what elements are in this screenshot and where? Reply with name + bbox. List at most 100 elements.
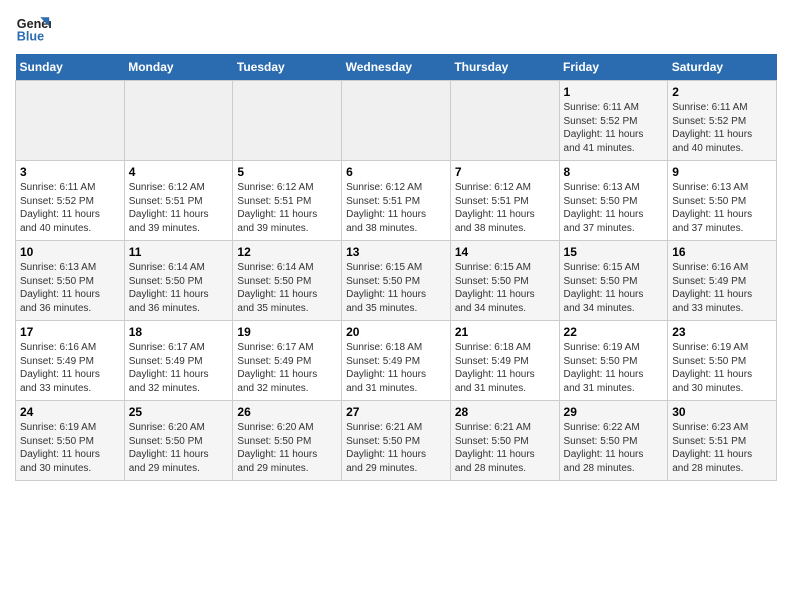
- day-info: Sunrise: 6:22 AM Sunset: 5:50 PM Dayligh…: [564, 421, 664, 475]
- day-number: 23: [672, 325, 772, 339]
- day-number: 6: [346, 165, 446, 179]
- calendar-day-cell: [124, 81, 233, 161]
- day-info: Sunrise: 6:13 AM Sunset: 5:50 PM Dayligh…: [20, 261, 120, 315]
- day-info: Sunrise: 6:20 AM Sunset: 5:50 PM Dayligh…: [129, 421, 229, 475]
- calendar-day-cell: 19Sunrise: 6:17 AM Sunset: 5:49 PM Dayli…: [233, 321, 342, 401]
- day-number: 14: [455, 245, 555, 259]
- day-info: Sunrise: 6:14 AM Sunset: 5:50 PM Dayligh…: [129, 261, 229, 315]
- calendar-day-cell: 13Sunrise: 6:15 AM Sunset: 5:50 PM Dayli…: [342, 241, 451, 321]
- calendar-day-cell: 8Sunrise: 6:13 AM Sunset: 5:50 PM Daylig…: [559, 161, 668, 241]
- svg-text:Blue: Blue: [17, 30, 44, 44]
- day-number: 29: [564, 405, 664, 419]
- weekday-header-cell: Saturday: [668, 54, 777, 81]
- day-number: 7: [455, 165, 555, 179]
- calendar-day-cell: 7 Sunrise: 6:12 AM Sunset: 5:51 PM Daylig…: [450, 161, 559, 241]
- day-number: 11: [129, 245, 229, 259]
- calendar-day-cell: [450, 81, 559, 161]
- day-info: Sunrise: 6:15 AM Sunset: 5:50 PM Dayligh…: [455, 261, 555, 315]
- day-number: 22: [564, 325, 664, 339]
- day-number: 21: [455, 325, 555, 339]
- day-info: Sunrise: 6:17 AM Sunset: 5:49 PM Dayligh…: [129, 341, 229, 395]
- day-number: 12: [237, 245, 337, 259]
- weekday-header-cell: Sunday: [16, 54, 125, 81]
- day-number: 24: [20, 405, 120, 419]
- day-number: 26: [237, 405, 337, 419]
- day-info: Sunrise: 6:11 AM Sunset: 5:52 PM Dayligh…: [20, 181, 120, 235]
- calendar-day-cell: 5 Sunrise: 6:12 AM Sunset: 5:51 PM Daylig…: [233, 161, 342, 241]
- day-number: 25: [129, 405, 229, 419]
- calendar-day-cell: 4 Sunrise: 6:12 AM Sunset: 5:51 PM Daylig…: [124, 161, 233, 241]
- calendar-week-row: 24 Sunrise: 6:19 AM Sunset: 5:50 PM Dayli…: [16, 401, 777, 481]
- day-number: 1: [564, 85, 664, 99]
- day-info: Sunrise: 6:16 AM Sunset: 5:49 PM Dayligh…: [672, 261, 772, 315]
- day-number: 13: [346, 245, 446, 259]
- day-info: Sunrise: 6:12 AM Sunset: 5:51 PM Dayligh…: [455, 181, 555, 235]
- calendar-day-cell: 12 Sunrise: 6:14 AM Sunset: 5:50 PM Dayli…: [233, 241, 342, 321]
- day-number: 9: [672, 165, 772, 179]
- calendar-body: 1 Sunrise: 6:11 AM Sunset: 5:52 PM Daylig…: [16, 81, 777, 481]
- calendar-day-cell: 2 Sunrise: 6:11 AM Sunset: 5:52 PM Daylig…: [668, 81, 777, 161]
- day-info: Sunrise: 6:15 AM Sunset: 5:50 PM Dayligh…: [564, 261, 664, 315]
- calendar-day-cell: 18Sunrise: 6:17 AM Sunset: 5:49 PM Dayli…: [124, 321, 233, 401]
- day-info: Sunrise: 6:16 AM Sunset: 5:49 PM Dayligh…: [20, 341, 120, 395]
- calendar-week-row: 3 Sunrise: 6:11 AM Sunset: 5:52 PM Daylig…: [16, 161, 777, 241]
- day-number: 2: [672, 85, 772, 99]
- calendar-day-cell: 20Sunrise: 6:18 AM Sunset: 5:49 PM Dayli…: [342, 321, 451, 401]
- weekday-header-cell: Friday: [559, 54, 668, 81]
- weekday-header-cell: Wednesday: [342, 54, 451, 81]
- calendar-day-cell: 3 Sunrise: 6:11 AM Sunset: 5:52 PM Daylig…: [16, 161, 125, 241]
- calendar-day-cell: 9 Sunrise: 6:13 AM Sunset: 5:50 PM Daylig…: [668, 161, 777, 241]
- day-number: 16: [672, 245, 772, 259]
- day-info: Sunrise: 6:11 AM Sunset: 5:52 PM Dayligh…: [564, 101, 664, 155]
- day-info: Sunrise: 6:18 AM Sunset: 5:49 PM Dayligh…: [346, 341, 446, 395]
- day-number: 28: [455, 405, 555, 419]
- day-info: Sunrise: 6:12 AM Sunset: 5:51 PM Dayligh…: [129, 181, 229, 235]
- weekday-header-cell: Monday: [124, 54, 233, 81]
- day-info: Sunrise: 6:21 AM Sunset: 5:50 PM Dayligh…: [455, 421, 555, 475]
- calendar-week-row: 10Sunrise: 6:13 AM Sunset: 5:50 PM Dayli…: [16, 241, 777, 321]
- calendar-day-cell: 17 Sunrise: 6:16 AM Sunset: 5:49 PM Dayli…: [16, 321, 125, 401]
- calendar-day-cell: 30Sunrise: 6:23 AM Sunset: 5:51 PM Dayli…: [668, 401, 777, 481]
- calendar-day-cell: 11 Sunrise: 6:14 AM Sunset: 5:50 PM Dayli…: [124, 241, 233, 321]
- day-number: 5: [237, 165, 337, 179]
- calendar-day-cell: 15 Sunrise: 6:15 AM Sunset: 5:50 PM Dayli…: [559, 241, 668, 321]
- day-info: Sunrise: 6:19 AM Sunset: 5:50 PM Dayligh…: [564, 341, 664, 395]
- weekday-header-row: SundayMondayTuesdayWednesdayThursdayFrid…: [16, 54, 777, 81]
- calendar-day-cell: 28 Sunrise: 6:21 AM Sunset: 5:50 PM Dayli…: [450, 401, 559, 481]
- calendar-day-cell: 29 Sunrise: 6:22 AM Sunset: 5:50 PM Dayli…: [559, 401, 668, 481]
- day-number: 17: [20, 325, 120, 339]
- day-info: Sunrise: 6:19 AM Sunset: 5:50 PM Dayligh…: [20, 421, 120, 475]
- calendar-day-cell: 21 Sunrise: 6:18 AM Sunset: 5:49 PM Dayli…: [450, 321, 559, 401]
- calendar-day-cell: 24 Sunrise: 6:19 AM Sunset: 5:50 PM Dayli…: [16, 401, 125, 481]
- calendar-day-cell: 22 Sunrise: 6:19 AM Sunset: 5:50 PM Dayli…: [559, 321, 668, 401]
- day-number: 27: [346, 405, 446, 419]
- page-header: General Blue: [15, 10, 777, 46]
- day-info: Sunrise: 6:12 AM Sunset: 5:51 PM Dayligh…: [346, 181, 446, 235]
- calendar-day-cell: 26Sunrise: 6:20 AM Sunset: 5:50 PM Dayli…: [233, 401, 342, 481]
- day-info: Sunrise: 6:19 AM Sunset: 5:50 PM Dayligh…: [672, 341, 772, 395]
- logo: General Blue: [15, 10, 51, 46]
- weekday-header-cell: Tuesday: [233, 54, 342, 81]
- calendar-day-cell: 23 Sunrise: 6:19 AM Sunset: 5:50 PM Dayli…: [668, 321, 777, 401]
- calendar-week-row: 1 Sunrise: 6:11 AM Sunset: 5:52 PM Daylig…: [16, 81, 777, 161]
- weekday-header-cell: Thursday: [450, 54, 559, 81]
- day-info: Sunrise: 6:13 AM Sunset: 5:50 PM Dayligh…: [672, 181, 772, 235]
- calendar-week-row: 17 Sunrise: 6:16 AM Sunset: 5:49 PM Dayli…: [16, 321, 777, 401]
- day-number: 15: [564, 245, 664, 259]
- day-info: Sunrise: 6:18 AM Sunset: 5:49 PM Dayligh…: [455, 341, 555, 395]
- day-number: 19: [237, 325, 337, 339]
- logo-icon: General Blue: [15, 10, 51, 46]
- calendar-day-cell: 14 Sunrise: 6:15 AM Sunset: 5:50 PM Dayli…: [450, 241, 559, 321]
- day-info: Sunrise: 6:12 AM Sunset: 5:51 PM Dayligh…: [237, 181, 337, 235]
- calendar-day-cell: [342, 81, 451, 161]
- day-info: Sunrise: 6:21 AM Sunset: 5:50 PM Dayligh…: [346, 421, 446, 475]
- calendar-day-cell: 6 Sunrise: 6:12 AM Sunset: 5:51 PM Daylig…: [342, 161, 451, 241]
- day-info: Sunrise: 6:14 AM Sunset: 5:50 PM Dayligh…: [237, 261, 337, 315]
- day-info: Sunrise: 6:11 AM Sunset: 5:52 PM Dayligh…: [672, 101, 772, 155]
- calendar-table: SundayMondayTuesdayWednesdayThursdayFrid…: [15, 54, 777, 481]
- day-number: 4: [129, 165, 229, 179]
- day-number: 3: [20, 165, 120, 179]
- calendar-day-cell: 27 Sunrise: 6:21 AM Sunset: 5:50 PM Dayli…: [342, 401, 451, 481]
- calendar-day-cell: 25 Sunrise: 6:20 AM Sunset: 5:50 PM Dayli…: [124, 401, 233, 481]
- calendar-day-cell: 16 Sunrise: 6:16 AM Sunset: 5:49 PM Dayli…: [668, 241, 777, 321]
